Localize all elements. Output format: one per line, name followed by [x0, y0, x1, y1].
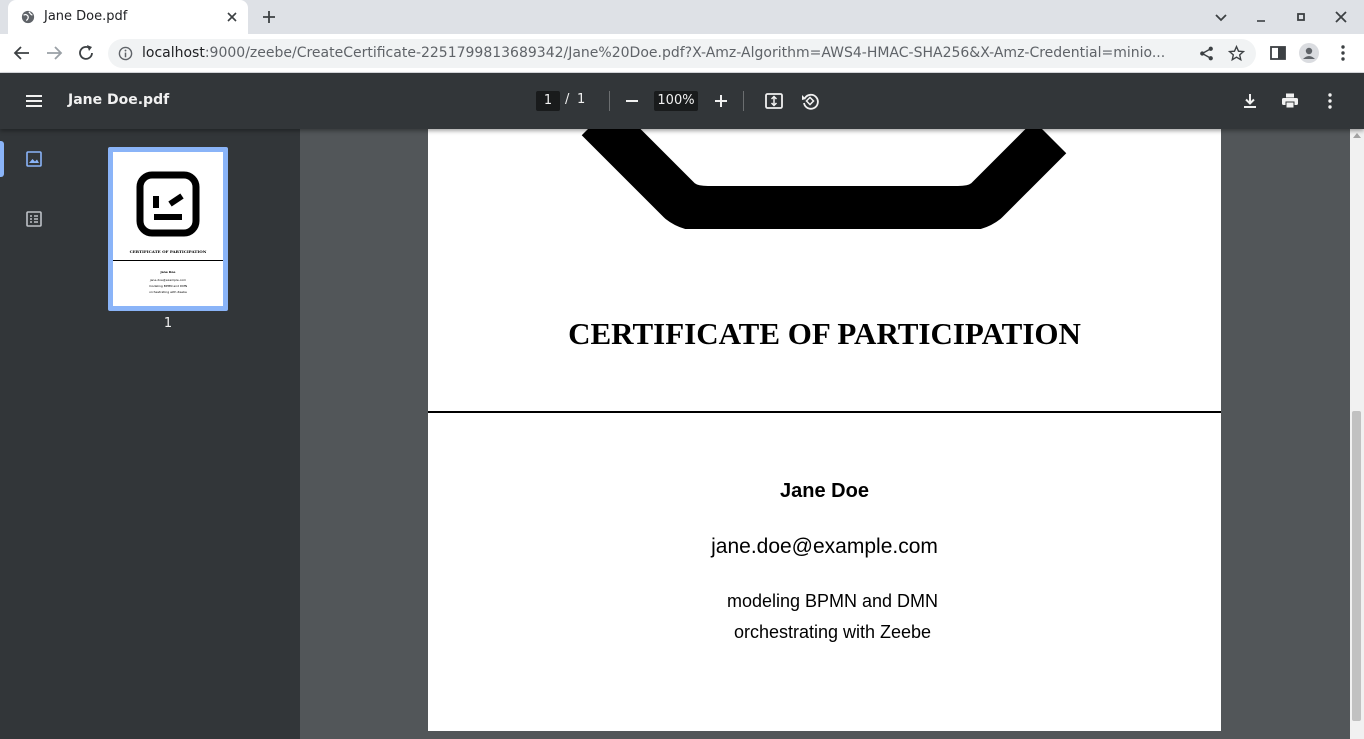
- vertical-scrollbar[interactable]: [1350, 129, 1364, 739]
- recipient-email: jane.doe@example.com: [711, 535, 938, 558]
- page-separator: /: [565, 92, 570, 107]
- document-viewport[interactable]: CERTIFICATE OF PARTICIPATION Jane Doe ja…: [300, 129, 1350, 739]
- thumbnail-skill: orchestrating with Zeebe: [149, 290, 187, 294]
- thumbnail-certificate-title: CERTIFICATE OF PARTICIPATION: [129, 249, 207, 254]
- menu-hamburger-icon[interactable]: [24, 91, 44, 111]
- robot-logo-icon: [581, 129, 1067, 229]
- side-panel-icon[interactable]: [1268, 43, 1288, 63]
- browser-toolbar: localhost:9000/zeebe/CreateCertificate-2…: [0, 34, 1364, 73]
- share-icon[interactable]: [1198, 45, 1215, 62]
- page-thumbnail[interactable]: CERTIFICATE OF PARTICIPATION Jane Doe ja…: [108, 147, 228, 311]
- new-tab-icon[interactable]: [260, 8, 278, 26]
- tab-title: Jane Doe.pdf: [44, 9, 128, 24]
- profile-avatar-icon[interactable]: [1299, 43, 1319, 63]
- thumbnail-name: Jane Doe: [160, 270, 176, 274]
- thumbnail-skill: modeling BPMN and DMN: [148, 284, 188, 288]
- url-path: :9000/zeebe/CreateCertificate-2251799813…: [204, 45, 1166, 61]
- back-arrow-icon[interactable]: [12, 43, 32, 63]
- zoom-in-icon[interactable]: [711, 91, 731, 111]
- skill-item: modeling BPMN and DMN: [726, 591, 939, 611]
- url-host: localhost: [142, 45, 205, 61]
- sidebar-active-indicator: [0, 141, 4, 177]
- browser-menu-icon[interactable]: [1333, 43, 1353, 63]
- tab-strip: Jane Doe.pdf: [0, 0, 1364, 34]
- url-text[interactable]: localhost:9000/zeebe/CreateCertificate-2…: [142, 45, 1182, 61]
- toolbar-divider: [609, 91, 610, 111]
- browser-tab[interactable]: Jane Doe.pdf: [8, 0, 248, 34]
- pdf-title: Jane Doe.pdf: [68, 92, 170, 108]
- address-bar[interactable]: localhost:9000/zeebe/CreateCertificate-2…: [108, 39, 1256, 68]
- print-icon[interactable]: [1280, 91, 1300, 111]
- certificate-title: CERTIFICATE OF PARTICIPATION: [568, 316, 1081, 351]
- thumbnail-divider: [113, 260, 223, 261]
- globe-icon: [21, 10, 35, 24]
- rotate-icon[interactable]: [800, 91, 820, 111]
- page-number-input[interactable]: 1: [536, 91, 560, 111]
- robot-logo-icon: [136, 171, 200, 237]
- document-outline-icon[interactable]: [24, 209, 44, 229]
- tab-search-icon[interactable]: [1213, 9, 1229, 25]
- thumbnail-email: jane.doe@example.com: [149, 278, 187, 282]
- zoom-input[interactable]: 100%: [654, 91, 698, 111]
- recipient-name: Jane Doe: [780, 480, 869, 502]
- scrollbar-thumb[interactable]: [1352, 411, 1361, 721]
- thumbnails-icon[interactable]: [24, 149, 44, 169]
- page-total: 1: [577, 92, 586, 107]
- minimize-icon[interactable]: [1253, 9, 1269, 25]
- fit-to-page-icon[interactable]: [764, 91, 784, 111]
- more-options-icon[interactable]: [1320, 91, 1340, 111]
- zoom-out-icon[interactable]: [622, 91, 642, 111]
- site-info-icon[interactable]: [118, 46, 133, 61]
- bookmark-star-icon[interactable]: [1228, 45, 1245, 62]
- close-window-icon[interactable]: [1333, 9, 1349, 25]
- close-tab-icon[interactable]: [224, 9, 240, 25]
- certificate-divider: [428, 411, 1221, 413]
- thumbnail-page-number: 1: [163, 316, 173, 331]
- pdf-page: CERTIFICATE OF PARTICIPATION Jane Doe ja…: [428, 129, 1221, 731]
- forward-arrow-icon[interactable]: [44, 43, 64, 63]
- pdf-sidebar: CERTIFICATE OF PARTICIPATION Jane Doe ja…: [0, 129, 300, 739]
- skill-item: orchestrating with Zeebe: [733, 622, 932, 642]
- pdf-toolbar: Jane Doe.pdf 1 / 1 100%: [0, 73, 1364, 129]
- download-icon[interactable]: [1240, 91, 1260, 111]
- reload-icon[interactable]: [76, 43, 96, 63]
- thumbnail-page: CERTIFICATE OF PARTICIPATION Jane Doe ja…: [113, 152, 223, 306]
- toolbar-divider: [743, 91, 744, 111]
- scroll-up-arrow-icon[interactable]: [1353, 133, 1361, 138]
- maximize-icon[interactable]: [1293, 9, 1309, 25]
